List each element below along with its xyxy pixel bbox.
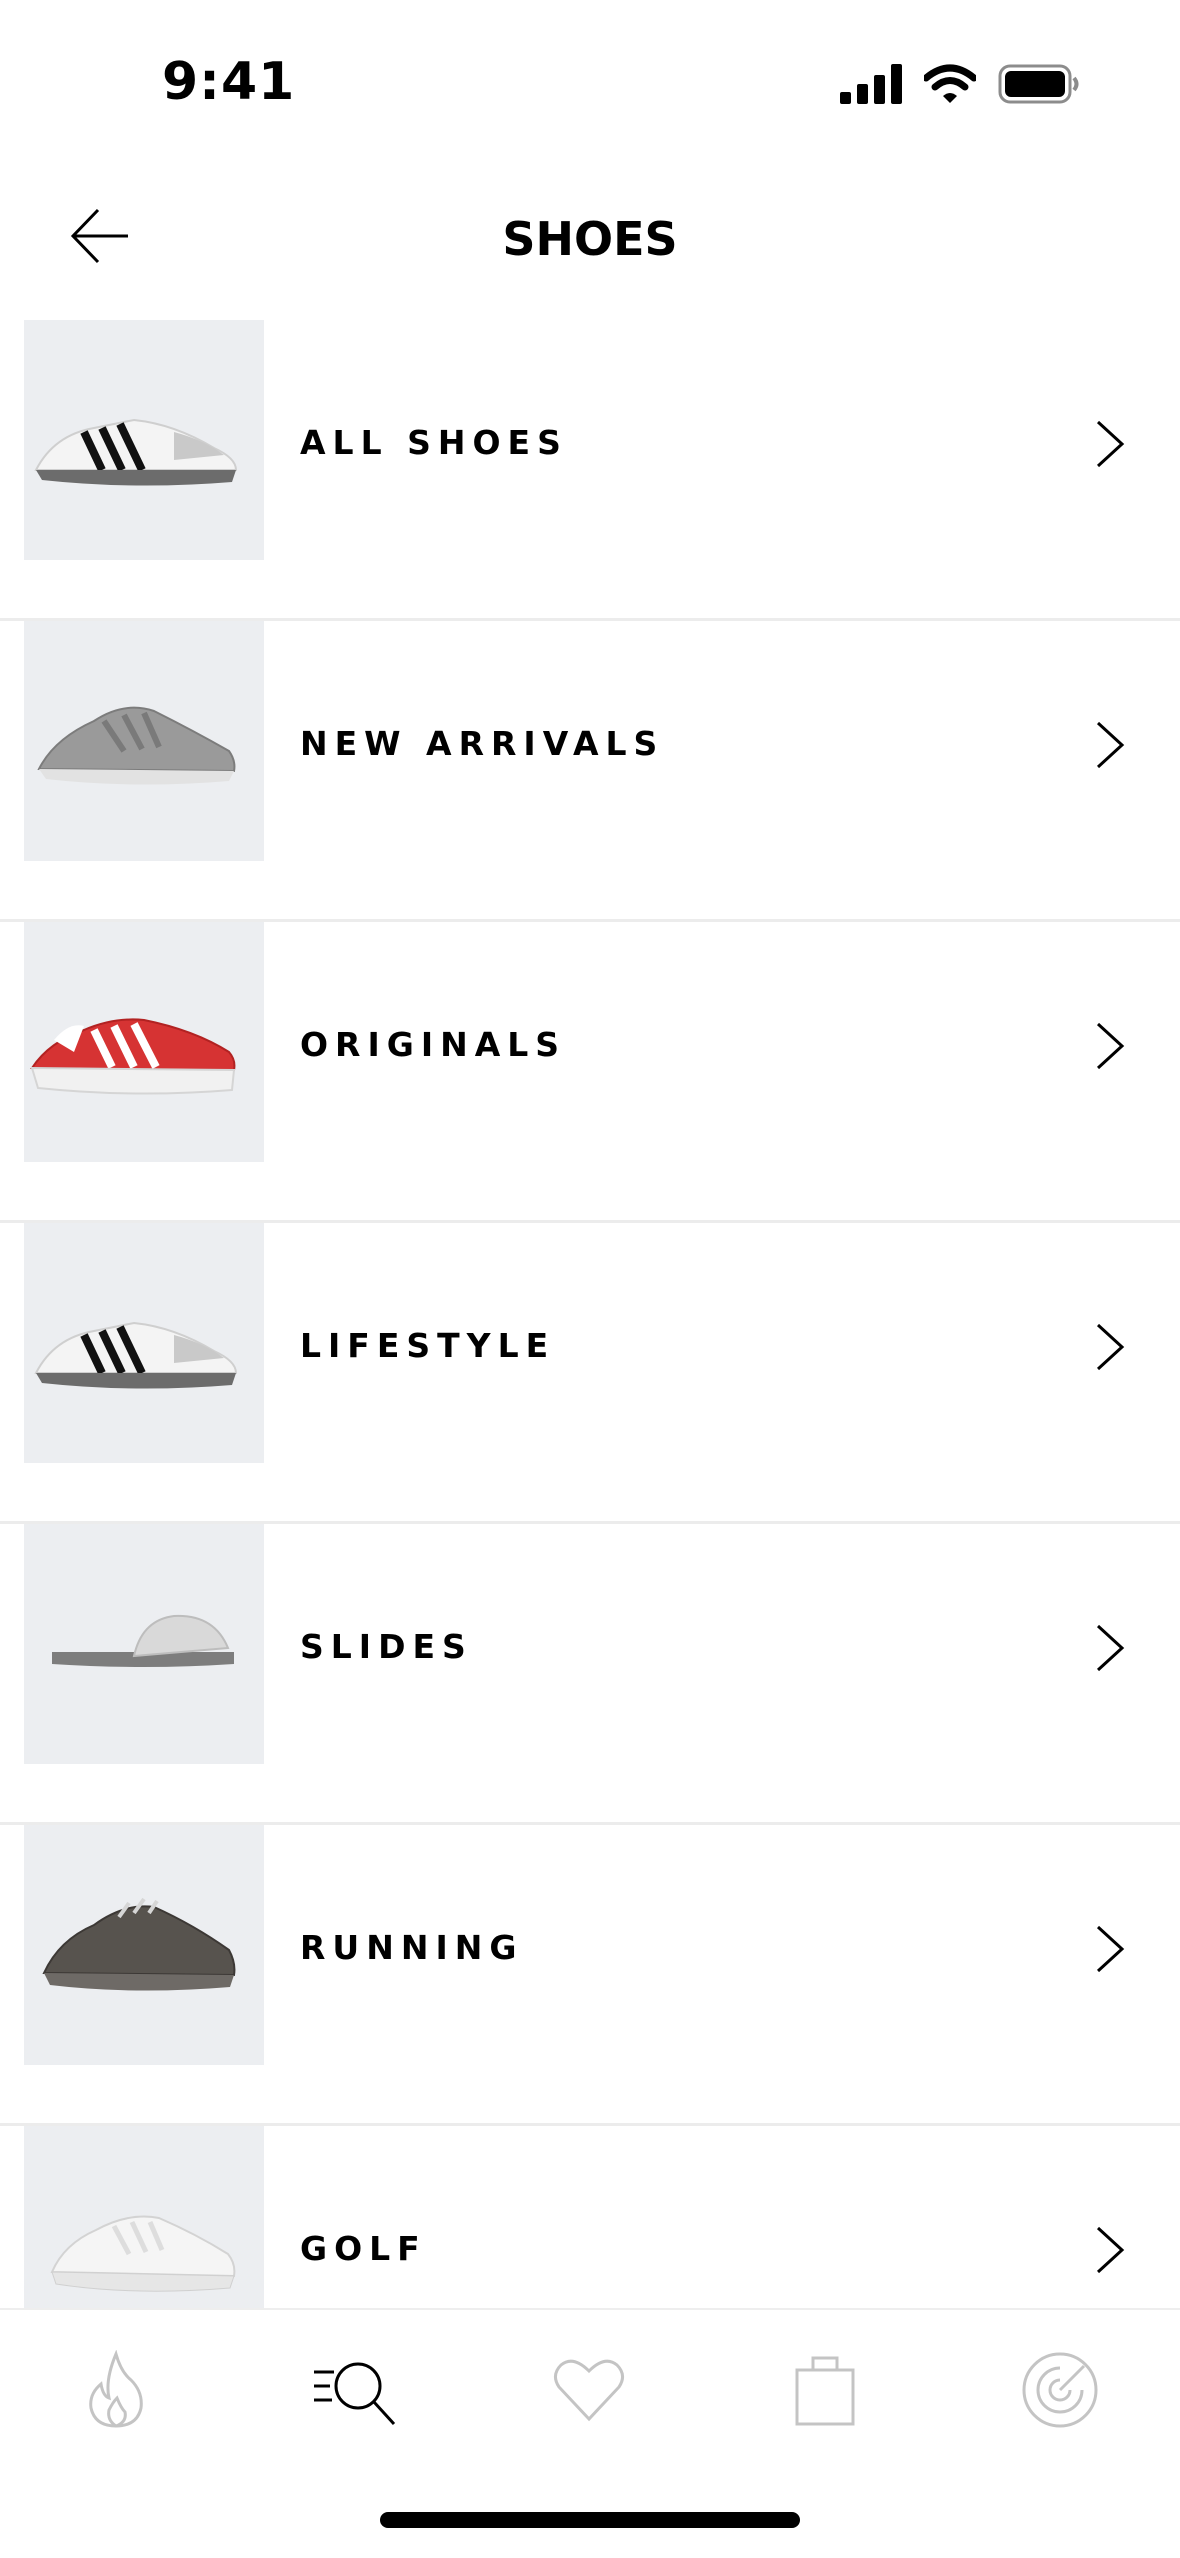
- status-bar: 9:41: [0, 0, 1180, 170]
- status-icons: [840, 64, 1080, 109]
- flame-icon: [81, 2348, 151, 2435]
- category-row-originals[interactable]: ORIGINALS: [0, 922, 1180, 1223]
- bag-icon: [793, 2352, 857, 2433]
- category-label: ALL SHOES: [300, 423, 568, 462]
- radar-icon: [1020, 2350, 1100, 2435]
- category-label: RUNNING: [300, 1928, 524, 1967]
- category-label: LIFESTYLE: [300, 1326, 556, 1365]
- product-thumbnail: [24, 621, 264, 861]
- tab-trending[interactable]: [66, 2342, 166, 2442]
- signal-icon: [840, 64, 902, 109]
- category-row-golf[interactable]: GOLF: [0, 2126, 1180, 2308]
- product-thumbnail: [24, 1825, 264, 2065]
- heart-icon: [551, 2355, 627, 2430]
- category-row-slides[interactable]: SLIDES: [0, 1524, 1180, 1825]
- category-label: NEW ARRIVALS: [300, 724, 665, 763]
- chevron-right-icon: [1090, 715, 1130, 775]
- product-thumbnail: [24, 1223, 264, 1463]
- category-row-running[interactable]: RUNNING: [0, 1825, 1180, 2126]
- product-thumbnail: [24, 1524, 264, 1764]
- status-time: 9:41: [162, 52, 296, 112]
- wifi-icon: [922, 64, 978, 109]
- tab-bag[interactable]: [775, 2342, 875, 2442]
- product-thumbnail: [24, 2126, 264, 2308]
- product-thumbnail: [24, 922, 264, 1162]
- category-label: SLIDES: [300, 1627, 473, 1666]
- tab-radar[interactable]: [1010, 2342, 1110, 2442]
- header: SHOES: [0, 170, 1180, 320]
- chevron-right-icon: [1090, 1618, 1130, 1678]
- chevron-right-icon: [1090, 414, 1130, 474]
- home-indicator[interactable]: [380, 2512, 800, 2528]
- chevron-right-icon: [1090, 1317, 1130, 1377]
- chevron-right-icon: [1090, 1016, 1130, 1076]
- product-thumbnail: [24, 320, 264, 560]
- tab-search[interactable]: [305, 2342, 405, 2442]
- page-title: SHOES: [502, 212, 678, 266]
- chevron-right-icon: [1090, 2220, 1130, 2280]
- category-label: ORIGINALS: [300, 1025, 567, 1064]
- category-label: GOLF: [300, 2229, 427, 2268]
- category-row-all-shoes[interactable]: ALL SHOES: [0, 320, 1180, 621]
- tab-wishlist[interactable]: [539, 2342, 639, 2442]
- battery-icon: [998, 64, 1080, 109]
- category-row-lifestyle[interactable]: LIFESTYLE: [0, 1223, 1180, 1524]
- search-icon: [310, 2350, 400, 2435]
- category-list: ALL SHOES NEW ARRIVALS ORIGINALS LIFESTY…: [0, 320, 1180, 2308]
- category-row-new-arrivals[interactable]: NEW ARRIVALS: [0, 621, 1180, 922]
- chevron-right-icon: [1090, 1919, 1130, 1979]
